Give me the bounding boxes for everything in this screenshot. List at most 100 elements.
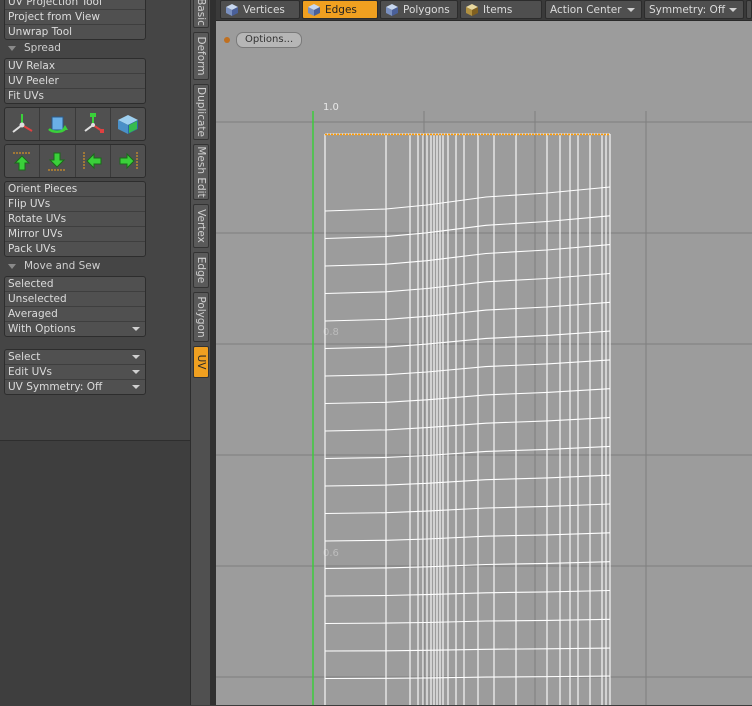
move-and-sew-header[interactable]: Move and Sew xyxy=(8,260,100,272)
symmetry-label: Symmetry: Off xyxy=(649,4,726,16)
gizmo-icon-row xyxy=(4,107,146,141)
vertices-label: Vertices xyxy=(243,4,285,16)
selection-dropdowns-group: Select Edit UVs UV Symmetry: Off xyxy=(4,349,146,395)
uv-grid-lines xyxy=(216,111,752,705)
polygons-label: Polygons xyxy=(403,4,450,16)
edit-uvs-label: Edit UVs xyxy=(8,366,53,378)
action-center-dropdown[interactable]: Action Center xyxy=(545,0,642,19)
edit-uvs-dropdown[interactable]: Edit UVs xyxy=(5,365,145,380)
symmetry-dropdown[interactable]: Symmetry: Off xyxy=(644,0,744,19)
collapse-triangle-icon xyxy=(8,263,16,269)
uv-horizontal-edge[interactable] xyxy=(324,532,611,542)
select-dropdown[interactable]: Select xyxy=(5,350,145,365)
uv-horizontal-edge[interactable] xyxy=(324,330,611,350)
uv-horizontal-edge[interactable] xyxy=(324,417,611,432)
uv-peeler-button[interactable]: UV Peeler xyxy=(5,74,145,89)
uv-horizontal-edge[interactable] xyxy=(324,445,611,460)
tab-edge[interactable]: Edge xyxy=(193,252,209,288)
projection-tools-group: UV Projection Tool Project from View Unw… xyxy=(4,0,146,40)
transform-gizmo-icon[interactable] xyxy=(5,108,41,140)
uv-horizontal-edge[interactable] xyxy=(324,388,611,405)
cube-icon xyxy=(386,4,398,16)
move-and-sew-header-label: Move and Sew xyxy=(24,260,101,272)
uv-horizontal-edge[interactable] xyxy=(324,186,611,212)
tab-duplicate[interactable]: Duplicate xyxy=(193,84,209,140)
sew-unselected-button[interactable]: Unselected xyxy=(5,292,145,307)
tab-polygon[interactable]: Polygon xyxy=(193,292,209,342)
sew-averaged-button[interactable]: Averaged xyxy=(5,307,145,322)
spread-header[interactable]: Spread xyxy=(8,42,61,54)
uv-horizontal-edge[interactable] xyxy=(324,618,611,625)
project-from-view-button[interactable]: Project from View xyxy=(5,10,145,25)
unwrap-tool-button[interactable]: Unwrap Tool xyxy=(5,25,145,39)
cube-icon xyxy=(226,4,238,16)
orient-tools-group: Orient Pieces Flip UVs Rotate UVs Mirror… xyxy=(4,181,146,257)
tab-mesh-edit[interactable]: Mesh Edit xyxy=(193,144,209,200)
tab-deform[interactable]: Deform xyxy=(193,32,209,80)
move-and-sew-group: Selected Unselected Averaged With Option… xyxy=(4,276,146,337)
uv-symmetry-dropdown[interactable]: UV Symmetry: Off xyxy=(5,380,145,394)
arrow-right-icon[interactable] xyxy=(111,145,145,177)
tab-uv[interactable]: UV xyxy=(193,346,209,378)
pack-uvs-button[interactable]: Pack UVs xyxy=(5,242,145,256)
arrow-left-icon[interactable] xyxy=(76,145,111,177)
uv-horizontal-edge[interactable] xyxy=(324,561,611,570)
chevron-down-icon xyxy=(132,355,140,359)
uv-horizontal-edge[interactable] xyxy=(324,359,611,377)
uv-horizontal-edge[interactable] xyxy=(324,244,611,267)
uv-horizontal-edge[interactable] xyxy=(324,503,611,515)
chevron-down-icon xyxy=(132,370,140,374)
tab-basic[interactable]: Basic xyxy=(193,0,209,28)
chevron-down-icon xyxy=(132,327,140,331)
spread-tools-group: UV Relax UV Peeler Fit UVs xyxy=(4,58,146,104)
panel-empty-area xyxy=(0,440,190,706)
chevron-down-icon xyxy=(729,8,737,12)
vertical-tab-bar: Basic Deform Duplicate Mesh Edit Vertex … xyxy=(190,0,212,705)
select-label: Select xyxy=(8,351,41,363)
arrow-icon-row xyxy=(4,144,146,178)
rotate-uvs-button[interactable]: Rotate UVs xyxy=(5,212,145,227)
with-options-label: With Options xyxy=(8,323,76,335)
uv-horizontal-edge[interactable] xyxy=(324,647,611,652)
uv-projection-tool-button[interactable]: UV Projection Tool xyxy=(5,0,145,10)
with-options-dropdown[interactable]: With Options xyxy=(5,322,145,336)
tab-vertex[interactable]: Vertex xyxy=(193,204,209,248)
uv-box-icon[interactable] xyxy=(111,108,145,140)
chevron-down-icon xyxy=(132,385,140,389)
vertices-mode-button[interactable]: Vertices xyxy=(220,0,300,19)
uv-horizontal-edge[interactable] xyxy=(324,589,611,597)
uv-grid-canvas[interactable]: 1.0 0.8 0.6 xyxy=(216,21,752,705)
polygons-mode-button[interactable]: Polygons xyxy=(380,0,458,19)
viewport-options-button[interactable]: Options... xyxy=(236,32,303,48)
sew-selected-button[interactable]: Selected xyxy=(5,277,145,292)
flip-uvs-button[interactable]: Flip UVs xyxy=(5,197,145,212)
uv-horizontal-edge[interactable] xyxy=(324,215,611,240)
fit-uvs-button[interactable]: Fit UVs xyxy=(5,89,145,103)
uv-relax-button[interactable]: UV Relax xyxy=(5,59,145,74)
scale-gizmo-icon[interactable] xyxy=(76,108,111,140)
uv-horizontal-edge[interactable] xyxy=(324,272,611,295)
arrow-down-icon[interactable] xyxy=(40,145,76,177)
cube-icon xyxy=(308,4,320,16)
action-center-label: Action Center xyxy=(550,4,622,16)
orient-pieces-button[interactable]: Orient Pieces xyxy=(5,182,145,197)
uv-horizontal-edge[interactable] xyxy=(324,301,611,322)
options-indicator-icon xyxy=(224,37,230,43)
axis-label-top: 1.0 xyxy=(323,102,339,113)
collapse-triangle-icon xyxy=(8,45,16,51)
items-label: Items xyxy=(483,4,513,16)
uv-mesh-wireframe[interactable] xyxy=(324,133,611,705)
arrow-up-icon[interactable] xyxy=(5,145,41,177)
edges-label: Edges xyxy=(325,4,357,16)
cube-icon xyxy=(466,4,478,16)
uv-horizontal-edge[interactable] xyxy=(324,474,611,487)
spread-header-label: Spread xyxy=(24,42,61,54)
uv-symmetry-label: UV Symmetry: Off xyxy=(8,381,103,393)
rotate-gizmo-icon[interactable] xyxy=(40,108,76,140)
toolbar-overflow-button[interactable] xyxy=(746,0,752,19)
uv-viewport[interactable]: 1.0 0.8 0.6 Options... xyxy=(216,21,752,705)
mirror-uvs-button[interactable]: Mirror UVs xyxy=(5,227,145,242)
mode-toolbar: Vertices Edges Polygons Items Action Cen… xyxy=(216,0,752,21)
edges-mode-button[interactable]: Edges xyxy=(302,0,378,19)
items-mode-button[interactable]: Items xyxy=(460,0,542,19)
